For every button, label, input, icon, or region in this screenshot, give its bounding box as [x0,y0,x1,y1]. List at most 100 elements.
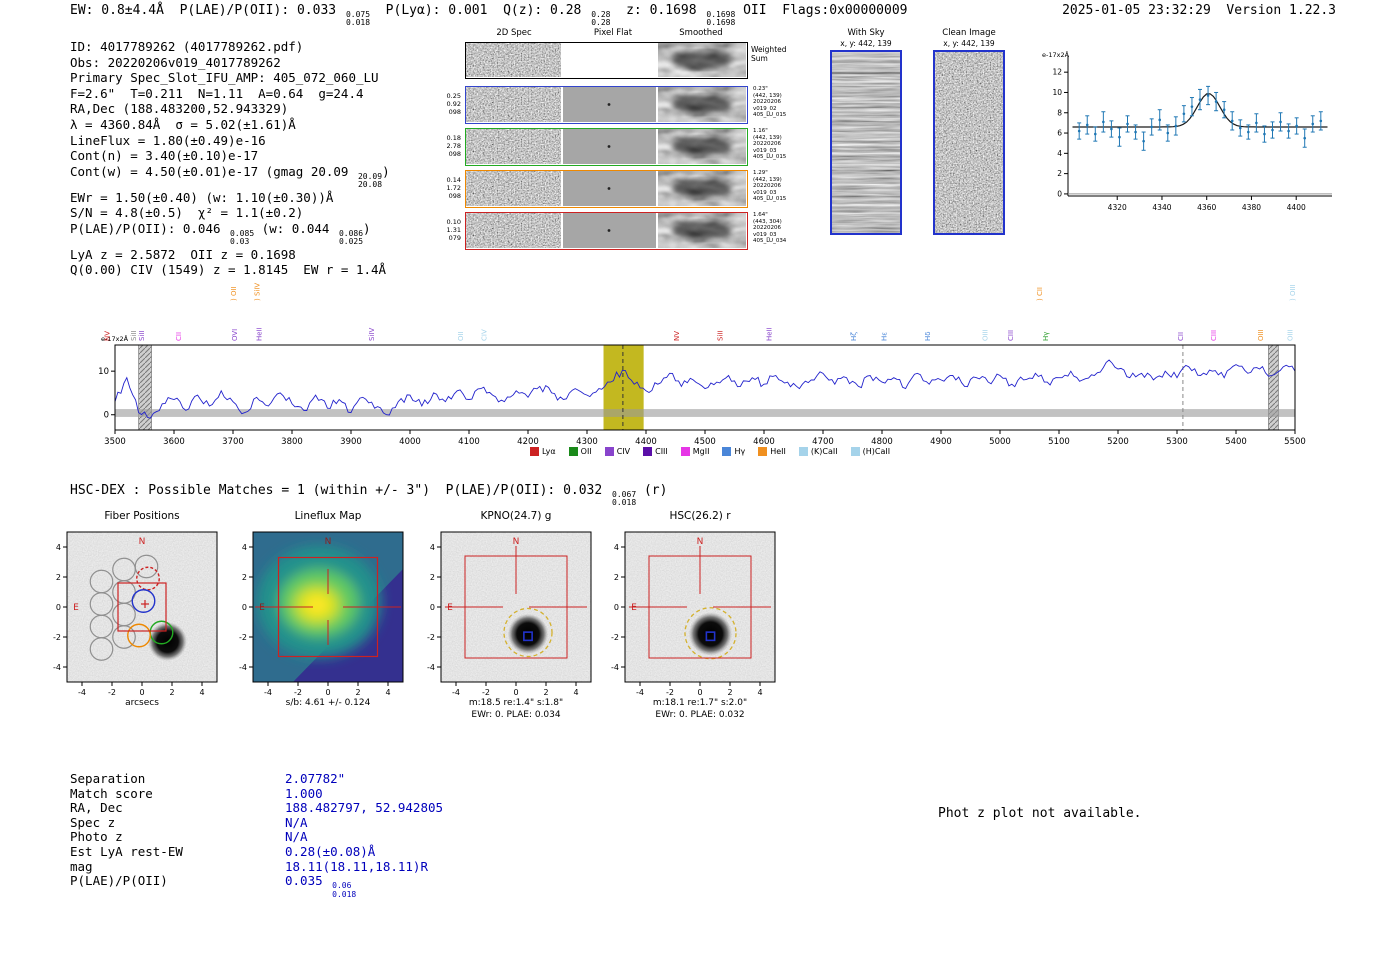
data-point [1238,126,1242,130]
y-tick-label: 8 [1057,108,1062,117]
x-tick-label: 5300 [1166,437,1188,447]
legend-label: (H)CaII [862,447,891,456]
line-marker-label: NV [673,331,681,341]
data-point [1214,100,1218,103]
spec2d-strip [465,212,748,250]
y-tick-label: 4 [430,543,435,552]
x-tick-label: 5200 [1107,437,1129,447]
match-table-row: Photo z N/A [70,829,690,844]
smoothed-signal-blob [672,178,732,199]
x-tick-label: 3500 [104,437,126,447]
clean-image-image [933,50,1005,235]
legend-swatch [568,447,578,456]
catalog-match-table: Separation 2.07782" Match score 1.000 RA, De… [70,771,690,898]
line-marker-label: CIV [481,329,489,341]
data-point [1311,122,1315,126]
match-table-value: 188.482797, 52.942805 [285,800,444,816]
match-table-row: Est LyA rest-EW 0.28(±0.08)Å [70,844,690,859]
pixel-flat-dot [607,145,611,148]
y-tick-label: -2 [239,633,247,642]
sky-line-band [1268,344,1279,431]
photz-note: Phot z plot not available. [938,806,1142,821]
rect-graphic [935,52,1003,233]
compass-north: N [513,537,520,547]
sup-sub-value: 0.086 0.025 [338,228,364,247]
fiber-id-labels: 1.29" (442, 139) 20220206 v019_03 405_LU_015 [753,170,787,203]
galaxy-blob [507,613,549,655]
y-tick-label: 0 [614,603,619,612]
spec2d-col-header: 2D Spec [496,28,532,38]
smoothed-signal-blob [672,136,732,157]
y-tick-label: 2 [242,573,247,582]
y-tick-label: -2 [611,633,619,642]
sup-sub-value: 0.075 0.018 [345,10,371,28]
legend-swatch [680,447,690,456]
legend-swatch [604,447,614,456]
line-marker-label: NV [104,331,112,341]
fiber-id-labels: 1.16" (442, 139) 20220206 v019_03 405_LU_015 [753,128,787,161]
spec2d-strip-image [466,171,746,206]
data-point [1263,132,1266,136]
line-marker-label: HeII [766,327,774,341]
legend-label: (K)CaII [810,447,838,456]
data-point [1182,112,1186,116]
legend-label: CIII [655,447,668,456]
match-table-label: Photo z [70,829,123,845]
legend-swatch [529,447,539,456]
x-tick-label: 4 [199,688,204,696]
line-marker-label: OVI [231,329,239,341]
header-summary: EW: 0.8±4.4Å P(LAE)/P(OII): 0.033 0.075 0… [70,3,908,28]
info-line: Obs: 20220206v019_4017789262 [70,54,281,70]
data-point [1166,131,1170,135]
error-spectrum-band [115,409,1295,417]
x-tick-label: 4200 [517,437,539,447]
y-tick-label: 0 [242,603,247,612]
info-line: ID: 4017789262 (4017789262.pdf) [70,39,304,54]
x-tick-label: 4400 [1287,203,1306,212]
line-marker-label: Hε [881,332,889,341]
legend-label: Hγ [734,447,746,456]
x-tick-label: -4 [264,688,272,696]
match-table-row: Separation 2.07782" [70,771,690,786]
y-axis-label: e-17x2Å [1042,50,1070,59]
hsc-dex-match-line: HSC-DEX : Possible Matches = 1 (within +… [70,483,668,508]
x-tick-label: -2 [666,688,674,696]
x-tick-label: 4320 [1108,203,1127,212]
y-tick-label: 2 [614,573,619,582]
fiber-weight-labels: 0.18 2.78 098 [446,134,461,158]
y-tick-label: 0 [1057,189,1062,198]
x-tick-label: 3800 [281,437,303,447]
match-table-value: 1.000 [285,785,323,801]
spec2d-noise-cell [466,43,561,77]
spec2d-strip [465,42,748,79]
y-tick-label: 10 [1052,88,1062,97]
data-point [1255,121,1258,125]
x-tick-label: 0 [325,688,330,696]
y-tick-label: -4 [427,663,435,672]
spec2d-strip [465,170,748,208]
x-tick-label: 3600 [163,437,185,447]
y-tick-label: 12 [1052,68,1062,77]
line-marker-label: CII [175,332,183,341]
y-tick-label: 2 [56,573,61,582]
fiber-id-labels: 1.64" (443, 304) 20220206 v019_03 405_LU_034 [753,212,787,245]
pixel-flat-dot [607,187,611,190]
match-table-value: 2.07782" [285,771,346,786]
x-tick-label: 5100 [1048,437,1070,447]
image-noise-background [67,532,217,682]
data-point [1198,98,1202,101]
x-tick-label: 0 [513,688,518,696]
x-tick-label: -2 [294,688,302,696]
x-tick-label: 4100 [458,437,480,447]
legend-swatch [758,447,768,456]
info-line: S/N = 4.8(±0.5) χ² = 1.1(±0.2) [70,205,304,221]
match-table-value: 0.28(±0.08)Å [285,843,376,859]
spec2d-strip [465,128,748,166]
cutout-caption: EWr: 0. PLAE: 0.032 [655,710,745,720]
y-tick-label: -2 [53,633,61,642]
match-table-label: Spec z [70,814,116,830]
y-tick-label: -4 [239,663,247,672]
data-point [1085,123,1089,127]
x-tick-label: -2 [108,688,116,696]
data-point [1303,136,1307,140]
